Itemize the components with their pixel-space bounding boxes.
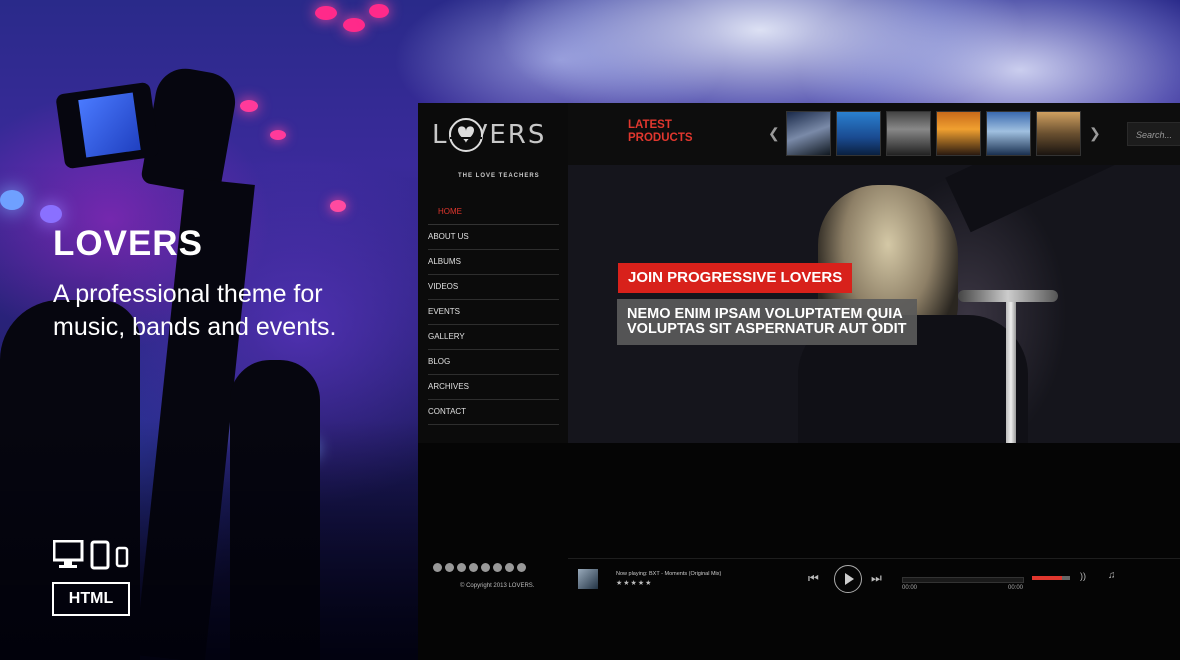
- previous-icon[interactable]: ⏮: [808, 571, 819, 586]
- play-icon: [845, 573, 854, 585]
- hero-badge[interactable]: JOIN PROGRESSIVE LOVERS: [618, 263, 853, 293]
- mic-stand: [1006, 290, 1016, 443]
- main-nav: HOME ABOUT US ALBUMS VIDEOS EVENTS GALLE…: [428, 200, 559, 425]
- device-icons: [52, 539, 143, 570]
- product-thumb[interactable]: [986, 111, 1031, 156]
- stage-light: [240, 100, 258, 112]
- social-icons: [433, 563, 526, 572]
- instagram-icon[interactable]: [505, 563, 514, 572]
- nav-item-home[interactable]: HOME: [428, 200, 559, 225]
- google-plus-icon[interactable]: [457, 563, 466, 572]
- promo-tagline: A professional theme for music, bands an…: [53, 280, 337, 341]
- chevron-left-icon[interactable]: ❮: [768, 125, 780, 142]
- product-carousel: [786, 111, 1081, 156]
- stage-light: [343, 18, 365, 32]
- nav-item-about-us[interactable]: ABOUT US: [428, 225, 559, 250]
- html-badge: HTML: [52, 582, 130, 616]
- chevron-right-icon[interactable]: ❯: [1089, 125, 1101, 142]
- nav-item-archives[interactable]: ARCHIVES: [428, 375, 559, 400]
- theme-preview: JOIN PROGRESSIVE LOVERS NEMO ENIM IPSAM …: [418, 103, 1180, 660]
- twitter-icon[interactable]: [433, 563, 442, 572]
- vimeo-icon[interactable]: [481, 563, 490, 572]
- desktop-icon: [52, 539, 84, 568]
- heart-logo-icon: [449, 118, 483, 152]
- phone-screen: [78, 92, 141, 158]
- stage-light: [40, 205, 62, 223]
- youtube-icon[interactable]: [469, 563, 478, 572]
- now-playing-label: Now playing: BXT - Moments (Original Mix…: [616, 571, 722, 577]
- time-elapsed: 00:00: [902, 585, 918, 591]
- volume-icon[interactable]: )): [1080, 571, 1086, 581]
- stage-light: [369, 4, 389, 18]
- microphone: [958, 290, 1058, 302]
- audio-player: Now playing: BXT - Moments (Original Mix…: [568, 558, 1180, 619]
- promo-title: LOVERS: [53, 224, 203, 263]
- latest-products-label: LATEST PRODUCTS: [628, 119, 693, 144]
- hero-slider: JOIN PROGRESSIVE LOVERS NEMO ENIM IPSAM …: [568, 165, 1180, 443]
- hero-caption: NEMO ENIM IPSAM VOLUPTATEM QUIA VOLUPTAS…: [617, 299, 917, 345]
- search-input[interactable]: Search...: [1127, 122, 1180, 146]
- nav-item-blog[interactable]: BLOG: [428, 350, 559, 375]
- copyright: © Copyright 2013 LOVERS.: [460, 583, 535, 589]
- rss-icon[interactable]: [517, 563, 526, 572]
- logo-subtitle: THE LOVE TEACHERS: [458, 173, 540, 179]
- stage-light: [0, 190, 24, 210]
- product-thumb[interactable]: [936, 111, 981, 156]
- time-total: 00:00: [1008, 585, 1024, 591]
- product-thumb[interactable]: [886, 111, 931, 156]
- nav-item-events[interactable]: EVENTS: [428, 300, 559, 325]
- stage-light: [315, 6, 337, 20]
- sidebar: LOVERS THE LOVE TEACHERS HOME ABOUT US A…: [418, 103, 568, 443]
- facebook-icon[interactable]: [445, 563, 454, 572]
- volume-level: [1032, 576, 1063, 580]
- playlist-icon[interactable]: ♫: [1108, 570, 1116, 581]
- stage-light: [270, 130, 286, 140]
- site-logo[interactable]: LOVERS: [432, 116, 557, 152]
- next-icon[interactable]: ⏭: [871, 571, 882, 586]
- rating-stars[interactable]: ★★★★★: [616, 579, 652, 587]
- nav-item-videos[interactable]: VIDEOS: [428, 275, 559, 300]
- now-playing-cover: [578, 569, 598, 589]
- nav-item-gallery[interactable]: GALLERY: [428, 325, 559, 350]
- play-button[interactable]: [834, 565, 862, 593]
- stage-light: [330, 200, 346, 212]
- progress-bar[interactable]: [902, 577, 1024, 583]
- soundcloud-icon[interactable]: [493, 563, 502, 572]
- tablet-icon: [90, 540, 110, 570]
- phone-icon: [115, 546, 129, 568]
- product-thumb[interactable]: [786, 111, 831, 156]
- nav-item-contact[interactable]: CONTACT: [428, 400, 559, 425]
- volume-slider[interactable]: [1032, 576, 1070, 580]
- singer-arm: [945, 165, 1180, 233]
- nav-item-albums[interactable]: ALBUMS: [428, 250, 559, 275]
- product-thumb[interactable]: [836, 111, 881, 156]
- device-icons-svg: [52, 539, 129, 570]
- product-thumb[interactable]: [1036, 111, 1081, 156]
